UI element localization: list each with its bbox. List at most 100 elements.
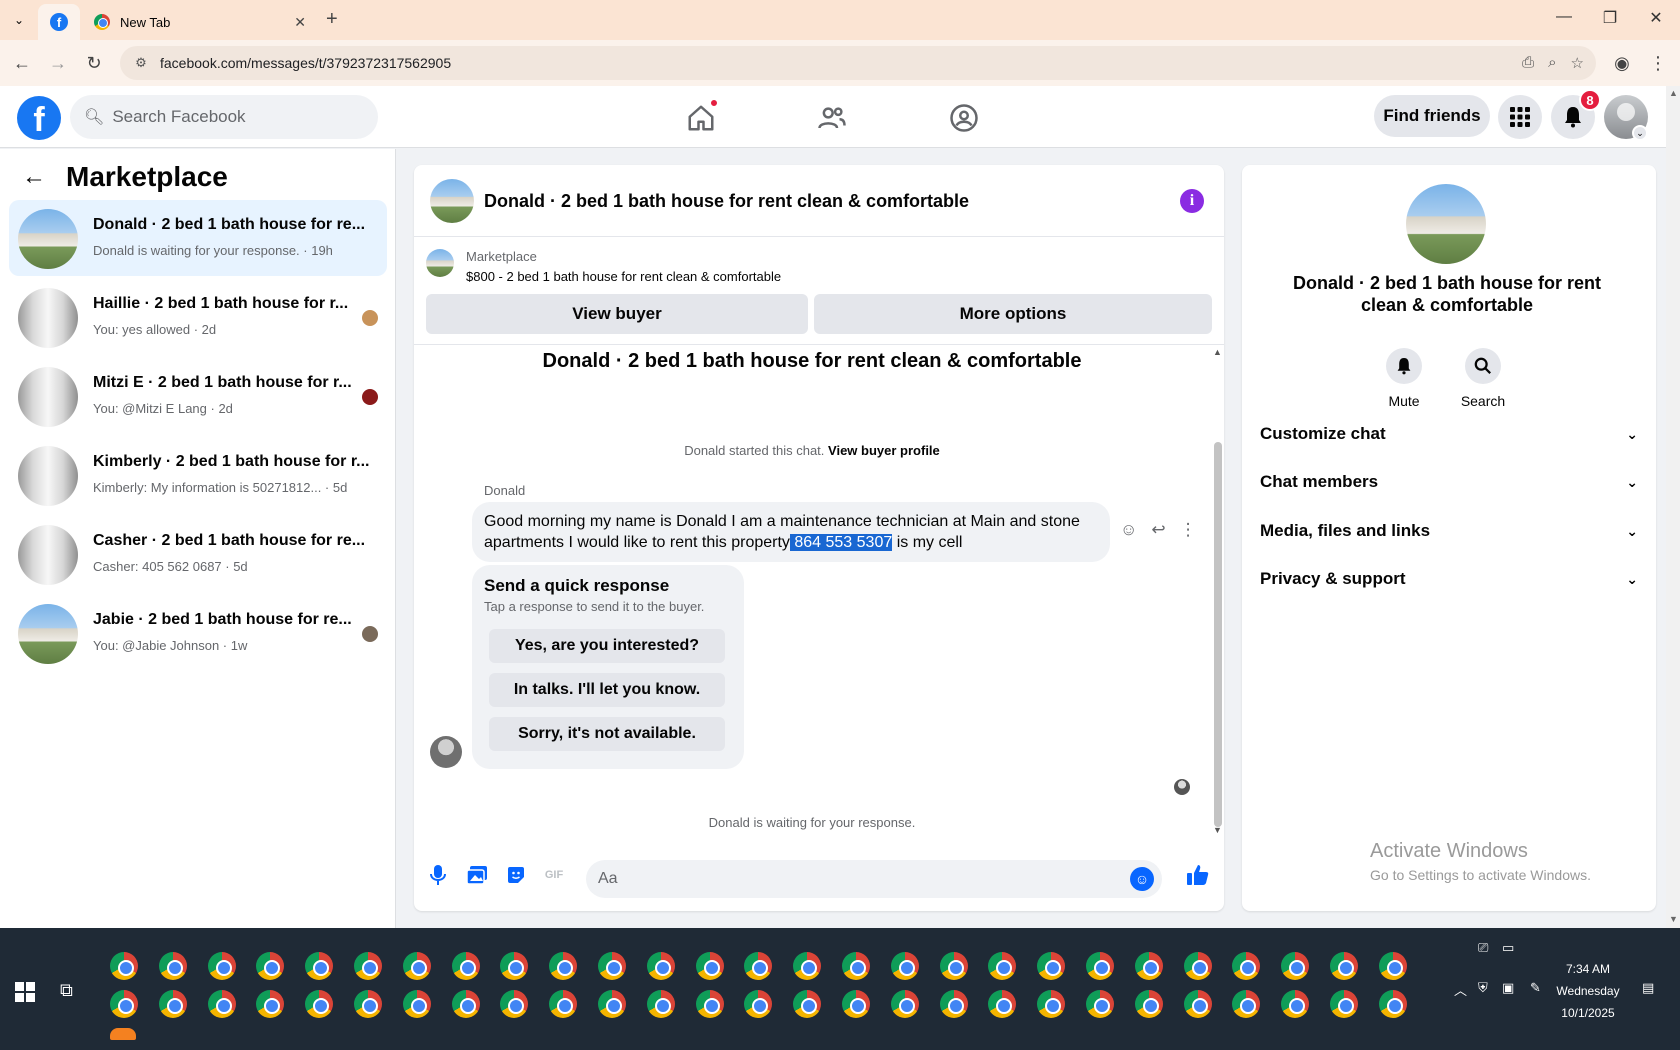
conversation-item[interactable]: Kimberly · 2 bed 1 bath house for r... Ki… [9,437,387,513]
scroll-down-icon[interactable]: ▼ [1669,914,1678,924]
chrome-taskbar-icon[interactable] [207,990,236,1018]
chrome-taskbar-icon[interactable] [451,990,480,1018]
menu-icon[interactable]: ⋮ [1646,53,1670,74]
chrome-taskbar-icon[interactable] [256,952,285,980]
friends-icon[interactable] [812,98,852,138]
chrome-taskbar-icon[interactable] [939,952,968,980]
react-emoji-icon[interactable]: ☺ [1120,520,1137,540]
address-bar[interactable]: ⚙ facebook.com/messages/t/37923723175629… [120,46,1596,80]
chrome-taskbar-icon[interactable] [695,990,724,1018]
chrome-taskbar-icon[interactable] [500,952,529,980]
chrome-taskbar-icon[interactable] [110,990,138,1018]
chrome-taskbar-icon[interactable] [793,952,822,980]
scroll-down-icon[interactable]: ▼ [1213,825,1222,835]
bookmark-star-icon[interactable]: ☆ [1571,54,1584,72]
chrome-taskbar-icon[interactable] [354,952,382,980]
chrome-taskbar-icon[interactable] [793,990,822,1018]
chrome-taskbar-icon[interactable] [1232,990,1261,1018]
message-input-box[interactable]: ☺ [586,860,1162,898]
network-icon[interactable]: ▣ [1502,980,1514,996]
listing-thumbnail[interactable] [426,249,454,277]
photo-icon[interactable] [465,863,489,887]
site-info-icon[interactable]: ⚙ [126,55,156,71]
microphone-icon[interactable] [426,863,450,887]
home-icon[interactable] [681,98,721,138]
customize-chat-section[interactable]: Customize chat ⌄ [1260,414,1638,454]
reply-icon[interactable]: ↩ [1151,520,1165,540]
chrome-taskbar-icon[interactable] [988,990,1017,1018]
conversation-item[interactable]: Donald · 2 bed 1 bath house for re... Don… [9,200,387,276]
chrome-taskbar-icon[interactable] [158,990,187,1018]
chrome-taskbar-icon[interactable] [1086,952,1114,980]
chrome-taskbar-icon[interactable] [354,990,382,1018]
privacy-support-section[interactable]: Privacy & support ⌄ [1260,559,1638,599]
chrome-taskbar-icon[interactable] [207,952,236,980]
close-tab-icon[interactable]: ✕ [294,14,306,31]
chrome-taskbar-icon[interactable] [451,952,480,980]
quick-response-in-talks[interactable]: In talks. I'll let you know. [489,673,725,707]
chevron-up-icon[interactable]: ︿ [1454,980,1467,999]
system-clock[interactable]: 7:34 AM Wednesday 10/1/2025 [1540,958,1636,1024]
zoom-icon[interactable]: ⌕ [1548,54,1556,72]
view-buyer-button[interactable]: View buyer [426,294,808,334]
chrome-taskbar-icon[interactable] [1232,952,1261,980]
reload-button[interactable]: ↻ [82,53,106,74]
chrome-taskbar-icon[interactable] [305,952,334,980]
cloudflare-icon[interactable] [110,1028,136,1040]
quick-response-not-available[interactable]: Sorry, it's not available. [489,717,725,751]
tab-search-dropdown[interactable]: ⌄ [6,8,32,32]
conversation-item[interactable]: Haillie · 2 bed 1 bath house for r... You… [9,279,387,355]
chrome-taskbar-icon[interactable] [1330,990,1358,1018]
scroll-up-icon[interactable]: ▲ [1213,347,1222,357]
media-files-links-section[interactable]: Media, files and links ⌄ [1260,511,1638,551]
chevron-down-icon[interactable]: ⌄ [1632,125,1648,141]
details-avatar[interactable] [1406,184,1486,264]
chrome-taskbar-icon[interactable] [1037,952,1066,980]
chrome-taskbar-icon[interactable] [695,952,724,980]
chrome-taskbar-icon[interactable] [1086,990,1114,1018]
emoji-icon[interactable]: ☺ [1130,867,1154,891]
search-input[interactable] [112,107,353,127]
chrome-taskbar-icon[interactable] [1281,952,1310,980]
minimize-button[interactable]: — [1544,8,1584,26]
back-button[interactable]: ← [10,53,34,74]
meet-now-icon[interactable]: ⎚ [1478,940,1488,956]
chrome-taskbar-icon[interactable] [1183,952,1212,980]
scroll-up-icon[interactable]: ▲ [1669,88,1678,98]
search-action[interactable]: Search [1443,348,1523,409]
scrollbar-thumb[interactable] [1214,442,1222,827]
conversation-item[interactable]: Casher · 2 bed 1 bath house for re... Cas… [9,516,387,592]
chrome-taskbar-icon[interactable] [1281,990,1310,1018]
close-window-button[interactable]: ✕ [1636,8,1676,28]
windows-start-icon[interactable] [15,982,35,1007]
chrome-taskbar-icon[interactable] [744,990,773,1018]
chat-title[interactable]: Donald · 2 bed 1 bath house for rent cle… [484,191,969,212]
chrome-taskbar-icon[interactable] [598,952,626,980]
more-options-button[interactable]: More options [814,294,1212,334]
install-app-icon[interactable]: ⎙ [1522,54,1534,72]
sticker-icon[interactable] [504,863,528,887]
chrome-taskbar-icon[interactable] [939,990,968,1018]
view-buyer-profile-link[interactable]: View buyer profile [828,443,940,458]
chrome-taskbar-icon[interactable] [842,990,870,1018]
chrome-taskbar-icon[interactable] [1330,952,1358,980]
forward-button[interactable]: → [46,53,70,74]
chrome-taskbar-icon[interactable] [744,952,773,980]
chrome-taskbar-icon[interactable] [256,990,285,1018]
facebook-logo-icon[interactable]: f [17,96,61,140]
notifications-bell-icon[interactable]: 8 [1551,89,1601,139]
chrome-taskbar-icon[interactable] [1134,952,1163,980]
chrome-taskbar-icon[interactable] [1378,990,1407,1018]
new-tab-button[interactable]: + [326,8,338,31]
chrome-taskbar-icon[interactable] [1183,990,1212,1018]
task-view-icon[interactable]: ⧉ [60,980,73,1001]
listing-price[interactable]: $800 - 2 bed 1 bath house for rent clean… [466,269,781,284]
chrome-taskbar-icon[interactable] [598,990,626,1018]
chrome-taskbar-icon[interactable] [110,952,138,980]
chrome-taskbar-icon[interactable] [1037,990,1066,1018]
chat-avatar[interactable] [430,179,474,223]
tab-new-tab[interactable]: New Tab ✕ [86,4,316,40]
conversation-item[interactable]: Jabie · 2 bed 1 bath house for re... You:… [9,595,387,671]
chrome-taskbar-icon[interactable] [646,990,675,1018]
bell-icon[interactable] [1386,348,1422,384]
